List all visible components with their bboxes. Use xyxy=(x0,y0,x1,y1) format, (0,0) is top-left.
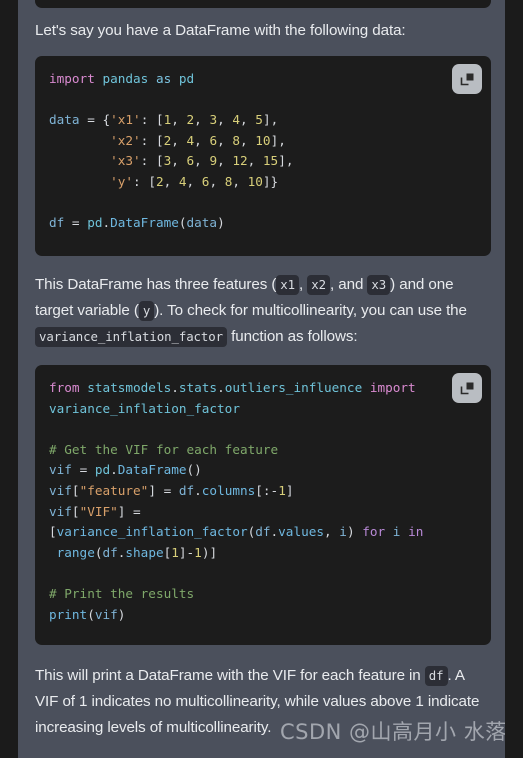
inline-code-df: df xyxy=(424,666,448,686)
code-block-2-content[interactable]: from statsmodels.stats.outliers_influenc… xyxy=(49,378,477,625)
final-paragraph: This will print a DataFrame with the VIF… xyxy=(18,663,505,741)
chat-message-surface: Let's say you have a DataFrame with the … xyxy=(18,0,505,758)
inline-code-x2: x2 xyxy=(307,275,331,295)
middle-text-seg-3: , and xyxy=(330,276,368,293)
copy-icon xyxy=(460,73,474,86)
copy-code-button[interactable] xyxy=(452,373,482,403)
intro-paragraph: Let's say you have a DataFrame with the … xyxy=(35,22,406,39)
code-block-vif-computation: from statsmodels.stats.outliers_influenc… xyxy=(35,365,491,645)
middle-text-seg-1: This DataFrame has three features ( xyxy=(35,276,277,293)
middle-paragraph: This DataFrame has three features (x1, x… xyxy=(18,272,505,350)
middle-text-seg-5: ). To check for multicollinearity, you c… xyxy=(154,302,467,319)
code-block-dataframe-definition: import pandas as pd data = {'x1': [1, 2,… xyxy=(35,56,491,256)
final-text-seg-1: This will print a DataFrame with the VIF… xyxy=(35,667,425,684)
inline-code-x1: x1 xyxy=(276,275,300,295)
middle-text-seg-6: function as follows: xyxy=(227,328,358,345)
inline-code-y: y xyxy=(138,301,155,321)
code-block-previous-truncated xyxy=(35,0,491,8)
code-block-1-content[interactable]: import pandas as pd data = {'x1': [1, 2,… xyxy=(49,69,477,234)
inline-code-x3: x3 xyxy=(367,275,391,295)
copy-icon xyxy=(460,382,474,395)
inline-code-variance-inflation-factor: variance_inflation_factor xyxy=(35,327,227,347)
copy-code-button[interactable] xyxy=(452,64,482,94)
